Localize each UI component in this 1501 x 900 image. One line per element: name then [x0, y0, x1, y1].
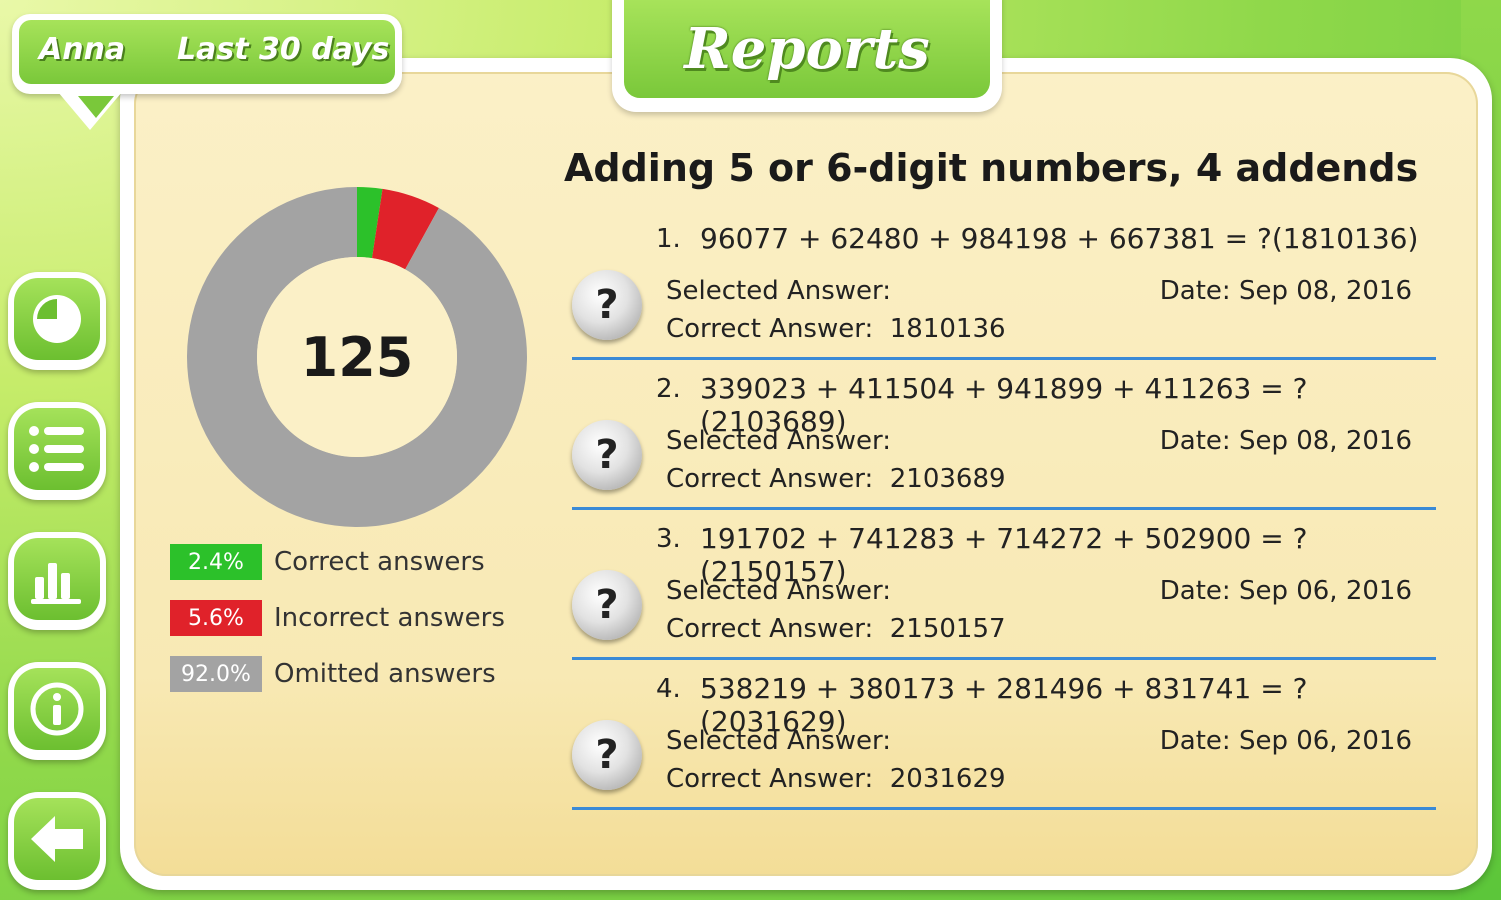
row-divider [572, 807, 1436, 810]
back-arrow-icon [31, 816, 83, 862]
legend-omitted-label: Omitted answers [274, 659, 496, 689]
date-range: Last 30 days [177, 32, 390, 67]
legend-correct-percent: 2.4% [170, 544, 262, 580]
bar-chart-icon [31, 563, 81, 604]
pie-chart-button[interactable] [8, 272, 106, 370]
selected-answer: Selected Answer: [666, 576, 892, 606]
legend-incorrect-percent: 5.6% [170, 600, 262, 636]
question-date: Date: Sep 06, 2016 [1159, 576, 1412, 606]
list-button[interactable] [8, 402, 106, 500]
reports-header-tab: Reports [612, 0, 1002, 112]
total-count: 125 [300, 325, 414, 389]
question-date: Date: Sep 06, 2016 [1159, 726, 1412, 756]
legend-omitted: 92.0% Omitted answers [170, 656, 496, 692]
user-name: Anna [39, 32, 126, 67]
exercise-title: Adding 5 or 6-digit numbers, 4 addends [564, 146, 1419, 190]
bubble-pointer [78, 96, 114, 118]
question-row[interactable]: ? 4. 538219 + 380173 + 281496 + 831741 =… [570, 660, 1436, 810]
selected-answer: Selected Answer: [666, 426, 892, 456]
question-row[interactable]: ? 1. 96077 + 62480 + 984198 + 667381 = ?… [570, 210, 1436, 360]
info-icon [30, 682, 84, 736]
question-date: Date: Sep 08, 2016 [1159, 276, 1412, 306]
question-expression: 96077 + 62480 + 984198 + 667381 = ?(1810… [700, 222, 1419, 255]
question-number: 2. [656, 374, 681, 404]
correct-answer: Correct Answer: 1810136 [666, 314, 1006, 344]
question-mark-icon[interactable]: ? [572, 570, 642, 640]
question-row[interactable]: ? 3. 191702 + 741283 + 714272 + 502900 =… [570, 510, 1436, 660]
legend-incorrect: 5.6% Incorrect answers [170, 600, 505, 636]
question-number: 1. [656, 224, 681, 254]
list-icon [29, 426, 84, 472]
selected-answer: Selected Answer: [666, 276, 892, 306]
back-button[interactable] [8, 792, 106, 890]
page-title: Reports [684, 16, 930, 82]
legend-correct: 2.4% Correct answers [170, 544, 485, 580]
correct-answer: Correct Answer: 2150157 [666, 614, 1006, 644]
question-date: Date: Sep 08, 2016 [1159, 426, 1412, 456]
question-mark-icon[interactable]: ? [572, 720, 642, 790]
question-number: 3. [656, 524, 681, 554]
legend-incorrect-label: Incorrect answers [274, 603, 505, 633]
bar-chart-button[interactable] [8, 532, 106, 630]
legend-correct-label: Correct answers [274, 547, 485, 577]
correct-answer: Correct Answer: 2031629 [666, 764, 1006, 794]
correct-answer: Correct Answer: 2103689 [666, 464, 1006, 494]
question-number: 4. [656, 674, 681, 704]
pie-chart-icon [33, 295, 81, 343]
selected-answer: Selected Answer: [666, 726, 892, 756]
question-mark-icon[interactable]: ? [572, 270, 642, 340]
info-button[interactable] [8, 662, 106, 760]
user-period-selector[interactable]: Anna Last 30 days [12, 14, 402, 130]
legend-omitted-percent: 92.0% [170, 656, 262, 692]
question-mark-icon[interactable]: ? [572, 420, 642, 490]
question-row[interactable]: ? 2. 339023 + 411504 + 941899 + 411263 =… [570, 360, 1436, 510]
